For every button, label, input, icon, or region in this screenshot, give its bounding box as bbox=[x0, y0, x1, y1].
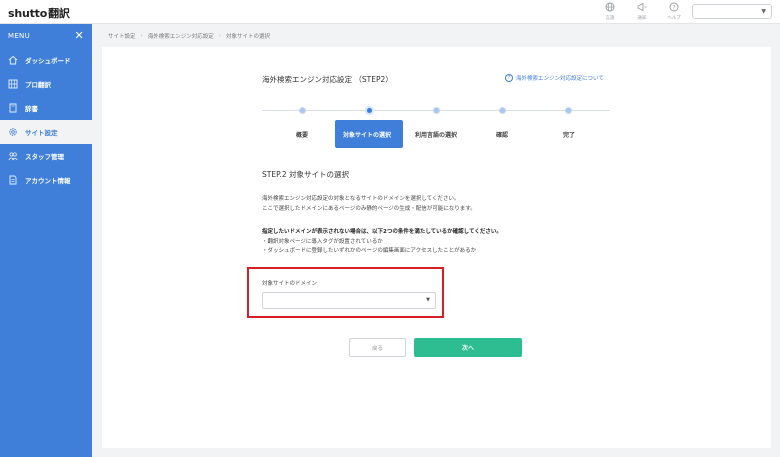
step-dot-5 bbox=[565, 107, 572, 114]
sidebar-item-label: スタッフ管理 bbox=[25, 153, 64, 161]
chevron-down-icon: ▼ bbox=[761, 8, 766, 15]
warning-item-2: ・ダッシュボードに登録したいずれかのページの編集画面にアクセスしたことがあるか bbox=[262, 248, 477, 254]
sidebar-item-dashboard[interactable]: ダッシュボード bbox=[0, 48, 92, 72]
step-label-complete: 完了 bbox=[563, 132, 576, 139]
sidebar-item-label: アカウント情報 bbox=[25, 177, 71, 185]
language-button[interactable]: 言語 bbox=[600, 2, 620, 22]
step-label-select-site: 対象サイトの選択 bbox=[343, 132, 392, 139]
description-line-2: ここで選択したドメインにあるページのみ静的ページの生成・配信が可能になります。 bbox=[262, 206, 476, 212]
warning-title: 指定したいドメインが表示されない場合は、以下2つの条件を満たしているか確認してく… bbox=[262, 229, 502, 235]
warning-block: 指定したいドメインが表示されない場合は、以下2つの条件を満たしているか確認してく… bbox=[262, 228, 502, 257]
sidebar-item-account[interactable]: アカウント情報 bbox=[0, 168, 92, 192]
step-label-select-language: 利用言語の選択 bbox=[415, 132, 458, 139]
breadcrumb-item-current: 対象サイトの選択 bbox=[225, 34, 270, 40]
users-icon bbox=[8, 151, 18, 161]
help-icon: ? bbox=[664, 2, 684, 16]
back-button[interactable]: 戻る bbox=[349, 338, 406, 357]
app-logo[interactable]: shutto翻訳 bbox=[8, 5, 70, 21]
step-dot-4 bbox=[499, 107, 506, 114]
next-button[interactable]: 次へ bbox=[414, 338, 522, 357]
sidebar-item-site-settings[interactable]: サイト設定 bbox=[0, 120, 92, 144]
gear-icon bbox=[8, 127, 18, 137]
help-label: ヘルプ bbox=[667, 16, 681, 21]
top-bar: shutto翻訳 言語 通知 ? ヘルプ ▼ bbox=[0, 0, 780, 24]
help-link[interactable]: ? 海外検索エンジン対応設定について bbox=[505, 74, 604, 82]
description: 海外検索エンジン対応設定の対象となるサイトのドメインを選択してください。 ここで… bbox=[262, 194, 476, 214]
main-card: 海外検索エンジン対応設定 （STEP2） ? 海外検索エンジン対応設定について … bbox=[102, 47, 771, 448]
description-line-1: 海外検索エンジン対応設定の対象となるサイトのドメインを選択してください。 bbox=[262, 196, 460, 202]
sidebar-item-pro-translation[interactable]: プロ翻訳 bbox=[0, 72, 92, 96]
sidebar-item-label: 辞書 bbox=[25, 105, 38, 113]
logo-ja-text: 翻訳 bbox=[48, 7, 70, 20]
page-title: 海外検索エンジン対応設定 （STEP2） bbox=[262, 75, 393, 84]
sidebar-item-label: サイト設定 bbox=[25, 129, 58, 137]
chevron-right-icon: › bbox=[218, 33, 221, 39]
document-icon bbox=[8, 175, 18, 185]
sidebar-item-label: ダッシュボード bbox=[25, 57, 71, 65]
home-icon bbox=[8, 55, 18, 65]
sidebar-item-dictionary[interactable]: 辞書 bbox=[0, 96, 92, 120]
domain-label: 対象サイトのドメイン bbox=[262, 281, 318, 287]
sidebar-item-staff[interactable]: スタッフ管理 bbox=[0, 144, 92, 168]
menu-label: MENU bbox=[8, 32, 31, 40]
breadcrumb-item-search-engine[interactable]: 海外検索エンジン対応設定 bbox=[148, 32, 214, 40]
question-icon: ? bbox=[505, 74, 513, 82]
domain-select[interactable]: ▼ bbox=[262, 292, 436, 309]
book-icon bbox=[8, 103, 18, 113]
step-label-confirm: 確認 bbox=[496, 132, 509, 139]
notification-button[interactable]: 通知 bbox=[632, 2, 652, 22]
language-label: 言語 bbox=[605, 16, 615, 21]
svg-text:?: ? bbox=[672, 4, 675, 11]
megaphone-icon bbox=[632, 2, 652, 16]
sidebar-item-label: プロ翻訳 bbox=[25, 81, 51, 89]
top-icons: 言語 通知 ? ヘルプ bbox=[600, 2, 684, 22]
sidebar: MENU ✕ ダッシュボード プロ翻訳 辞書 サイト設定 スタッフ管理 アカウン… bbox=[0, 24, 92, 457]
step-dot-3 bbox=[433, 107, 440, 114]
help-button[interactable]: ? ヘルプ bbox=[664, 2, 684, 22]
breadcrumb: サイト設定 › 海外検索エンジン対応設定 › 対象サイトの選択 bbox=[108, 32, 270, 40]
chevron-down-icon: ▼ bbox=[426, 297, 430, 303]
globe-icon bbox=[600, 2, 620, 16]
notification-label: 通知 bbox=[637, 16, 647, 21]
step-dot-2-current bbox=[365, 106, 374, 115]
site-select[interactable]: ▼ bbox=[692, 4, 772, 19]
menu-header: MENU ✕ bbox=[0, 24, 92, 48]
chevron-right-icon: › bbox=[140, 33, 143, 39]
grid-icon bbox=[8, 79, 18, 89]
step-dot-1 bbox=[299, 107, 306, 114]
breadcrumb-item-site-settings[interactable]: サイト設定 bbox=[108, 32, 136, 40]
close-icon[interactable]: ✕ bbox=[74, 30, 84, 41]
step-label-overview: 概要 bbox=[296, 132, 309, 139]
help-link-text: 海外検索エンジン対応設定について bbox=[516, 76, 604, 82]
warning-item-1: ・翻訳対象ページに導入タグが設置されているか bbox=[262, 238, 383, 245]
section-title: STEP.2 対象サイトの選択 bbox=[262, 170, 349, 179]
logo-text: shutto bbox=[8, 7, 48, 20]
stepper: 概要 対象サイトの選択 利用言語の選択 確認 完了 bbox=[262, 105, 610, 150]
